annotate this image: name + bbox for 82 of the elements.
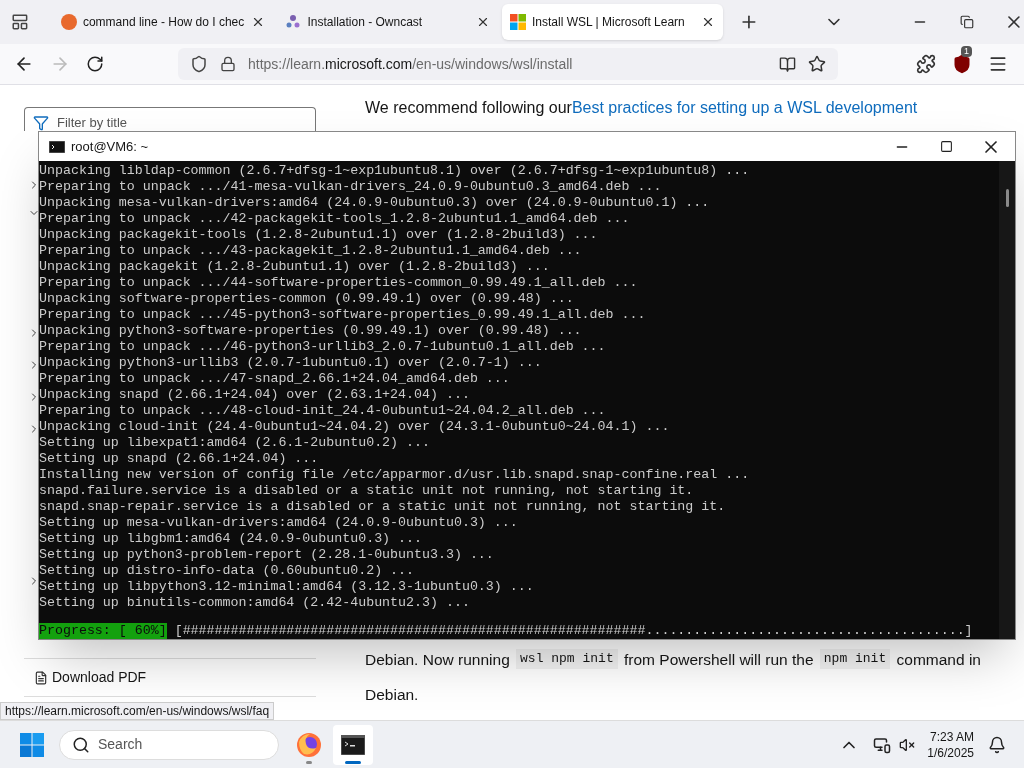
terminal-line: Unpacking python3-urllib3 (2.0.7-1ubuntu0.1) over (2.0.7-1) ... (39, 355, 542, 371)
console-icon (49, 140, 65, 153)
terminal-line: Preparing to unpack .../45-python3-software-properties_0.99.49.1_all.deb ... (39, 307, 646, 323)
reader-view-icon[interactable] (779, 55, 796, 73)
tab-title: Install WSL | Microsoft Learn (532, 14, 686, 31)
search-placeholder: Search (98, 735, 143, 754)
paragraph-text: Debian. (365, 684, 420, 705)
terminal-line: Setting up binutils-common:amd64 (2.42-4ubuntu2.3) ... (39, 595, 470, 611)
tab-title: Installation - Owncast (307, 14, 424, 31)
shield-icon[interactable] (190, 55, 208, 73)
terminal-line: Installing new version of config file /etc/apparmor.d/usr.lib.snapd.snap-confine.real ... (39, 467, 750, 483)
firefox-view-icon[interactable] (11, 13, 29, 31)
paragraph-text: We recommend following our (365, 98, 572, 118)
terminal-line: Preparing to unpack .../44-software-properties-common_0.99.49.1_all.deb ... (39, 275, 638, 291)
terminal-line: Setting up libpython3.12-minimal:amd64 (3.12.3-1ubuntu0.3) ... (39, 579, 534, 595)
search-icon (72, 735, 90, 754)
firefox-icon[interactable] (296, 731, 322, 758)
clock[interactable]: 7:23 AM 1/6/2025 (927, 728, 974, 761)
url-text: https://learn.microsoft.com/en-us/windows/wsl/install (248, 54, 573, 74)
terminal-line: Unpacking software-properties-common (0.99.49.1) over (0.99.48) ... (39, 291, 574, 307)
terminal-line: Preparing to unpack .../42-packagekit-tools_1.2.8-2ubuntu1.1_amd64.deb ... (39, 211, 630, 227)
browser-tab[interactable]: Install WSL | Microsoft Learn (502, 4, 723, 40)
browser-tab[interactable]: Installation - Owncast (277, 4, 499, 40)
paragraph-text: command in (895, 649, 981, 670)
address-bar[interactable]: https://learn.microsoft.com/en-us/windows/wsl/install (178, 48, 838, 80)
terminal-line: snapd.snap-repair.service is a disabled or a static unit not running, not starting it. (39, 499, 726, 515)
terminal-line: Setting up mesa-vulkan-drivers:amd64 (24.0.9-0ubuntu0.3) ... (39, 515, 518, 531)
terminal-line: Unpacking packagekit-tools (1.2.8-2ubuntu1.1) over (1.2.8-2build3) ... (39, 227, 598, 243)
scrollbar[interactable] (999, 161, 1015, 639)
terminal-line: snapd.failure.service is a disabled or a static unit not running, not starting it. (39, 483, 694, 499)
progress-label: Progress: [ 60%] (39, 623, 167, 639)
terminal-line: Preparing to unpack .../43-packagekit_1.2.8-2ubuntu1.1_amd64.deb ... (39, 243, 582, 259)
extension-badge: 1 (961, 46, 972, 57)
terminal-line: Unpacking python3-software-properties (0.99.49.1) over (0.99.48) ... (39, 323, 582, 339)
terminal-line: Unpacking libldap-common (2.6.7+dfsg-1~exp1ubuntu8.1) over (2.6.7+dfsg-1~exp1ubuntu8) ... (39, 163, 750, 179)
terminal-line: Setting up libgbm1:amd64 (24.0.9-0ubuntu0.3) ... (39, 531, 422, 547)
filter-placeholder: Filter by title (57, 115, 128, 131)
terminal-line: Preparing to unpack .../47-snapd_2.66.1+24.04_amd64.deb ... (39, 371, 510, 387)
terminal-line: Unpacking packagekit (1.2.8-2ubuntu1.1) over (1.2.8-2build3) ... (39, 259, 550, 275)
filter-icon (33, 115, 49, 131)
pdf-icon (34, 670, 48, 685)
window-title: root@VM6: ~ (71, 137, 149, 156)
taskbar-app[interactable] (333, 724, 373, 765)
terminal-line: Preparing to unpack .../48-cloud-init_24.4-0ubuntu1~24.04.2_all.deb ... (39, 403, 606, 419)
network-icon[interactable] (873, 735, 892, 754)
inline-code: npm init (819, 649, 891, 669)
terminal-line: Unpacking mesa-vulkan-drivers:amd64 (24.0.9-0ubuntu0.3) over (24.0.9-0ubuntu0.1) ... (39, 195, 710, 211)
browser-tab[interactable]: command line - How do I chec (52, 4, 274, 40)
terminal-line: Setting up distro-info-data (0.60ubuntu0.2) ... (39, 563, 415, 579)
terminal-line: Setting up python3-problem-report (2.28.1-0ubuntu3.3) ... (39, 547, 494, 563)
site-icon (285, 14, 302, 30)
terminal-icon[interactable] (341, 734, 365, 755)
date-text: 1/6/2025 (927, 744, 974, 761)
extensions-icon[interactable] (916, 54, 936, 74)
site-icon (60, 14, 77, 30)
notifications-icon[interactable] (988, 735, 1006, 754)
progress-bar-text: [##########################################################........................................] (174, 623, 973, 639)
terminal-line: Unpacking cloud-init (24.4-0ubuntu1~24.04.2) over (24.3.1-0ubuntu0~24.04.1) ... (39, 419, 670, 435)
reload-icon[interactable] (86, 55, 104, 73)
restore-icon[interactable] (960, 15, 975, 29)
tab-title: command line - How do I chec (82, 14, 246, 31)
paragraph-text: Debian. Now running (365, 649, 511, 670)
paragraph-text: from Powershell will run the (623, 649, 815, 670)
lock-icon[interactable] (220, 56, 236, 72)
time-text: 7:23 AM (929, 728, 974, 745)
practices-link[interactable]: Best practices for setting up a WSL development (571, 96, 918, 120)
terminal-line: Setting up snapd (2.66.1+24.04) ... (39, 451, 319, 467)
maximize-icon[interactable] (940, 140, 953, 153)
menu-icon[interactable] (988, 54, 1008, 74)
terminal-line: Setting up libexpat1:amd64 (2.6.1-2ubuntu0.2) ... (39, 435, 430, 451)
volume-muted-icon[interactable] (899, 736, 916, 753)
download-pdf-link[interactable]: Download PDF (52, 667, 147, 688)
bookmark-star-icon[interactable] (808, 55, 826, 73)
terminal-line: Preparing to unpack .../46-python3-urllib3_2.0.7-1ubuntu0.1_all.deb ... (39, 339, 606, 355)
status-link-url: https://learn.microsoft.com/en-us/windows/wsl/faq (0, 702, 275, 720)
windows-logo-icon[interactable] (20, 732, 44, 757)
terminal-line: Unpacking snapd (2.66.1+24.04) over (2.63.1+24.04) ... (39, 387, 470, 403)
terminal-line: Preparing to unpack .../41-mesa-vulkan-drivers_24.0.9-0ubuntu0.3_amd64.deb ... (39, 179, 662, 195)
inline-code: wsl npm init (516, 649, 618, 669)
ublock-shield-icon[interactable] (952, 54, 972, 74)
microsoft-logo-icon (510, 14, 527, 30)
search-field[interactable]: Search (59, 729, 279, 760)
